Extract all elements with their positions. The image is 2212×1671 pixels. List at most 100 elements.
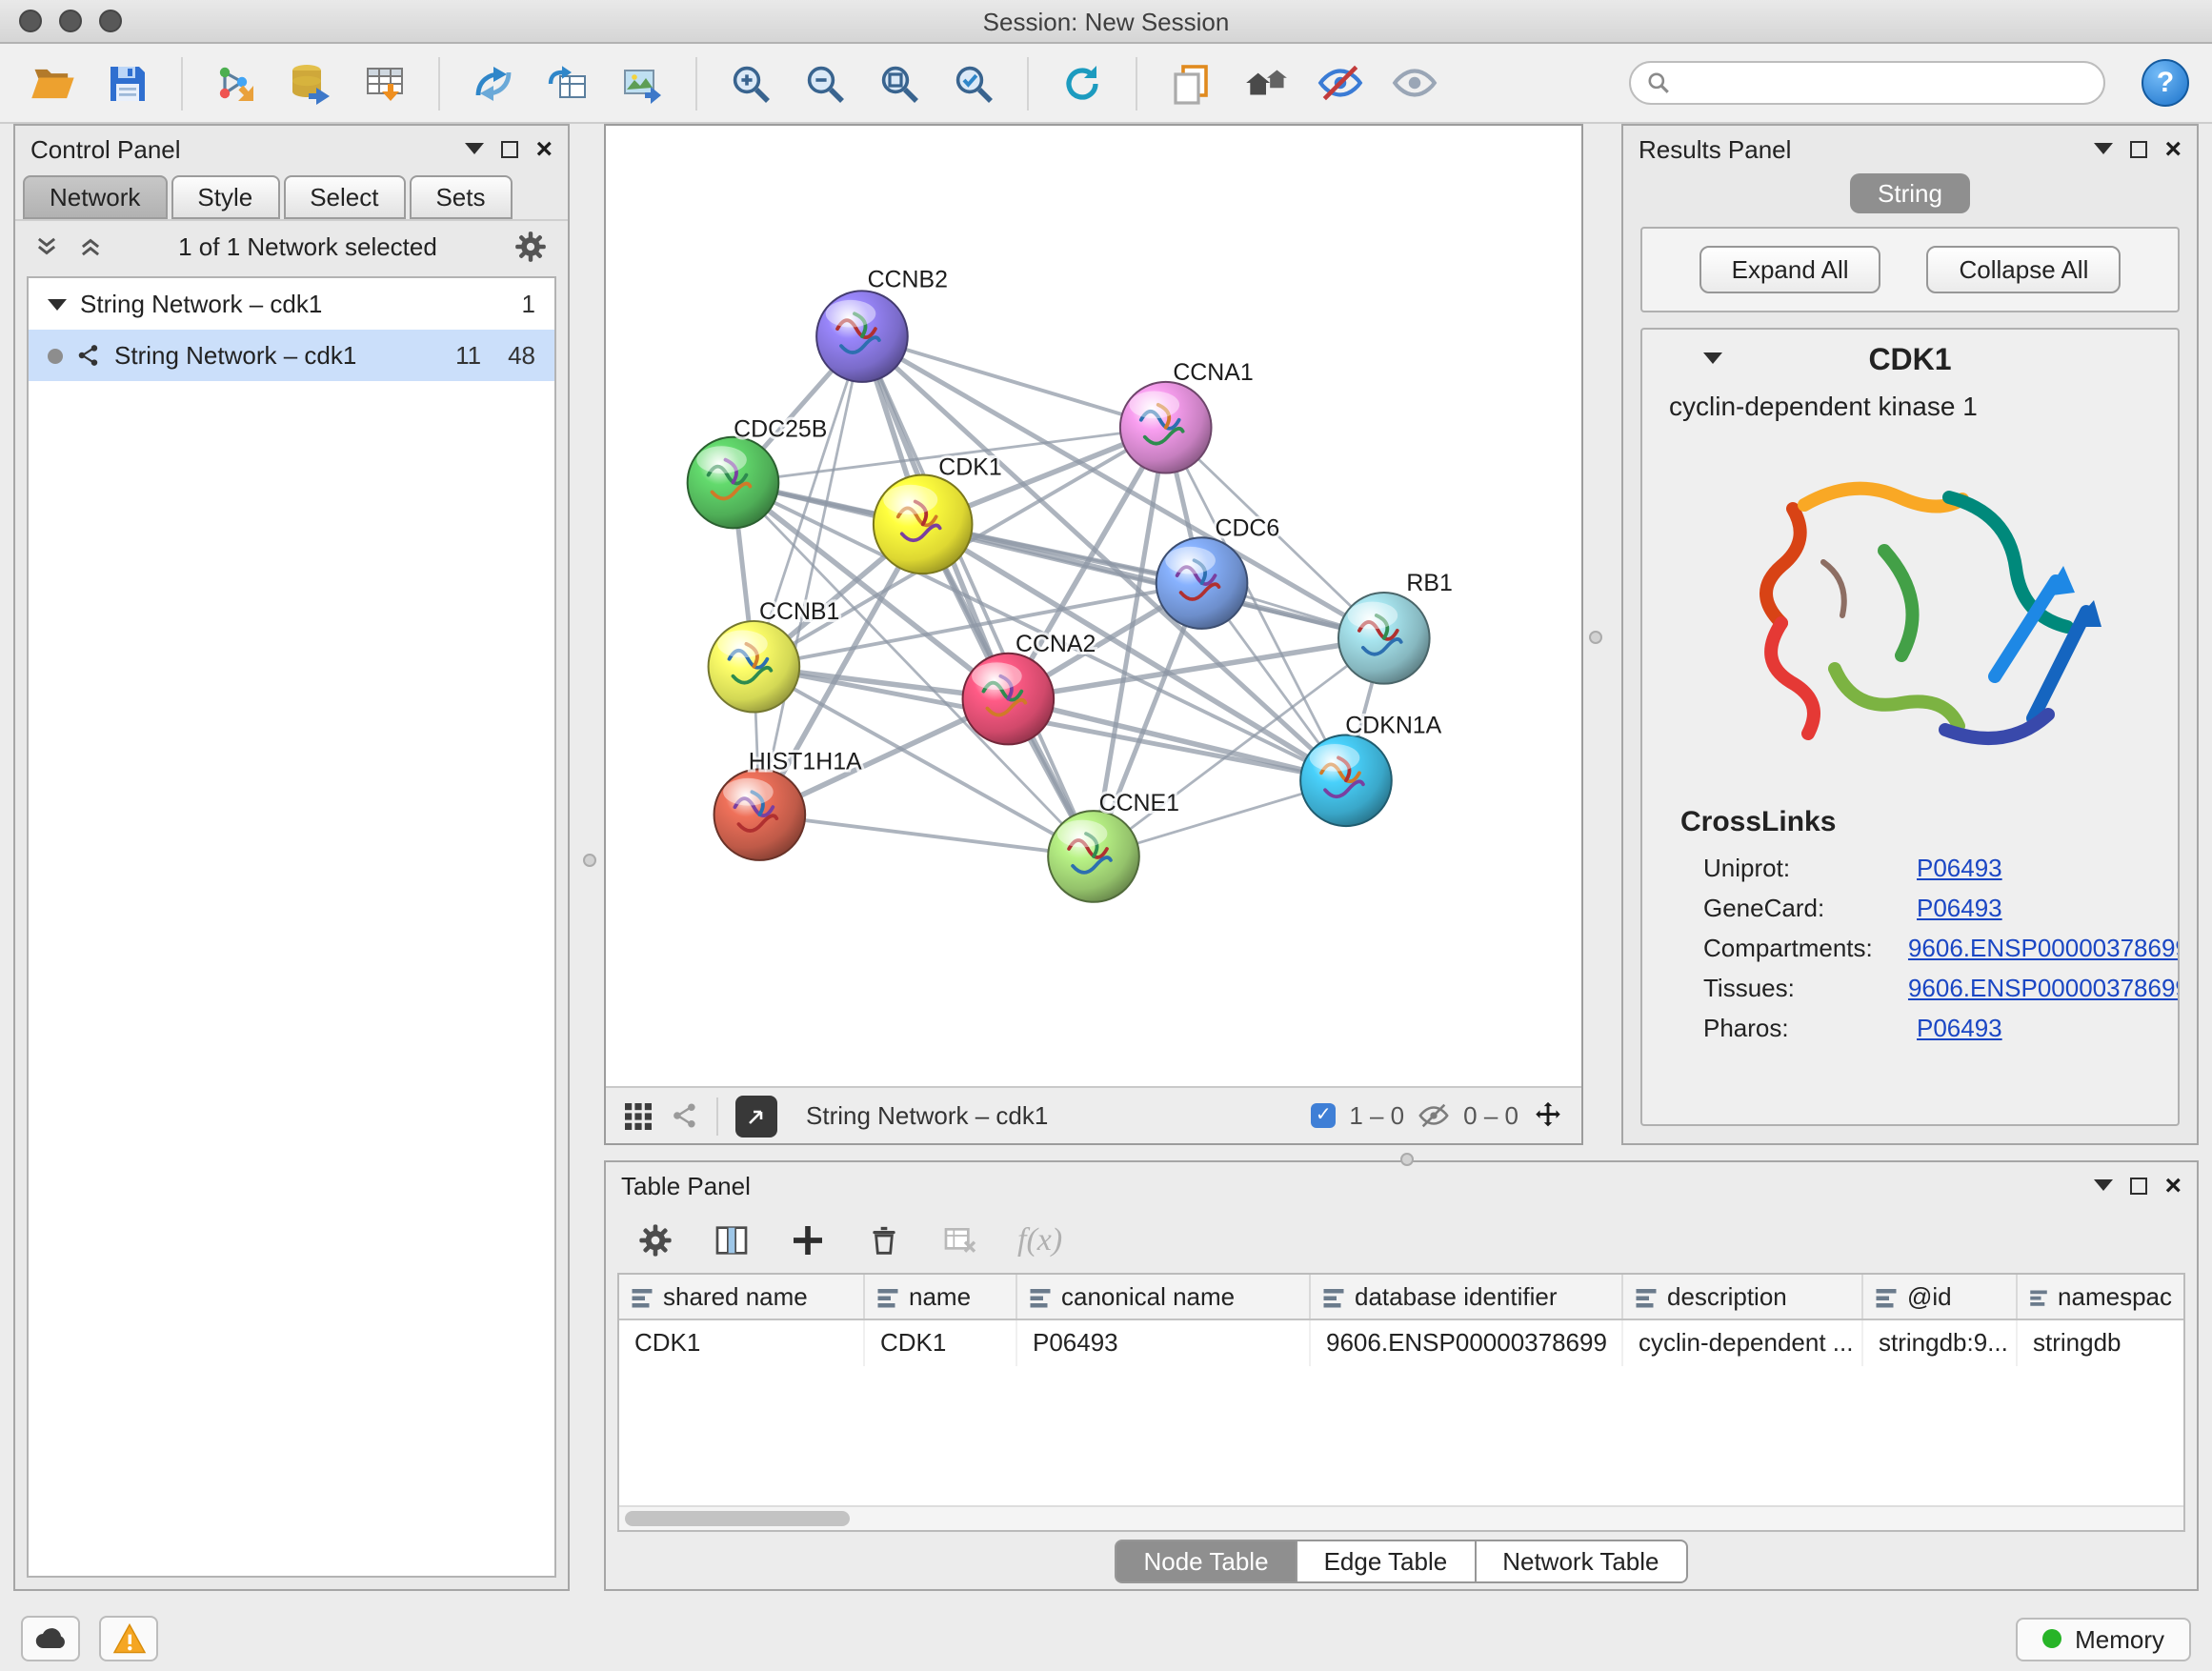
gear-icon[interactable] bbox=[513, 229, 549, 265]
hide-selected-button[interactable] bbox=[1309, 52, 1370, 113]
column-header--id[interactable]: @id bbox=[1863, 1275, 2018, 1319]
column-header-database-identifier[interactable]: database identifier bbox=[1311, 1275, 1623, 1319]
collapse-all-icon[interactable] bbox=[34, 234, 59, 259]
zoom-selected-button[interactable] bbox=[943, 52, 1004, 113]
crosslink-value-link[interactable]: P06493 bbox=[1917, 854, 2002, 882]
splitter-handle[interactable] bbox=[583, 854, 596, 867]
show-all-button[interactable] bbox=[1383, 52, 1444, 113]
selected-checkbox-icon[interactable]: ✓ bbox=[1311, 1103, 1336, 1128]
panel-float-icon[interactable] bbox=[2094, 1179, 2113, 1191]
expand-all-icon[interactable] bbox=[78, 234, 103, 259]
zoom-in-button[interactable] bbox=[720, 52, 781, 113]
network-row[interactable]: String Network – cdk1 11 48 bbox=[29, 330, 554, 381]
detach-view-button[interactable] bbox=[735, 1095, 777, 1137]
memory-button[interactable]: Memory bbox=[2016, 1617, 2191, 1661]
add-column-icon[interactable] bbox=[789, 1221, 827, 1259]
tab-style[interactable]: Style bbox=[171, 175, 279, 219]
node-count: 11 bbox=[455, 341, 481, 370]
column-header-description[interactable]: description bbox=[1623, 1275, 1863, 1319]
splitter-handle[interactable] bbox=[1589, 631, 1602, 644]
splitter-handle[interactable] bbox=[1400, 1153, 1414, 1166]
copy-document-button[interactable] bbox=[1160, 52, 1221, 113]
column-header-namespac[interactable]: namespac bbox=[2018, 1275, 2183, 1319]
tab-string[interactable]: String bbox=[1849, 173, 1971, 213]
network-edge-CCNB2-CCNE1[interactable] bbox=[862, 336, 1094, 856]
tab-sets[interactable]: Sets bbox=[409, 175, 512, 219]
tab-network-table[interactable]: Network Table bbox=[1476, 1539, 1687, 1582]
panel-maximize-icon[interactable] bbox=[2130, 1177, 2147, 1194]
import-network-file-button[interactable] bbox=[206, 52, 267, 113]
table-cell: cyclin-dependent ... bbox=[1623, 1320, 1863, 1366]
panel-close-icon[interactable]: × bbox=[2164, 1171, 2182, 1199]
table-row[interactable]: CDK1CDK1P064939606.ENSP00000378699cyclin… bbox=[619, 1320, 2183, 1366]
toolbar-separator bbox=[181, 56, 183, 110]
crosslink-value-link[interactable]: 9606.ENSP00000378699 bbox=[1908, 934, 2178, 962]
node-highlight bbox=[723, 778, 774, 806]
panel-close-icon[interactable]: × bbox=[535, 134, 553, 163]
scrollbar-thumb[interactable] bbox=[625, 1511, 850, 1526]
collapse-all-button[interactable]: Collapse All bbox=[1927, 246, 2122, 293]
export-image-button[interactable] bbox=[612, 52, 673, 113]
gene-details-box: CDK1 cyclin-dependent kinase 1 bbox=[1640, 328, 2180, 1126]
warnings-button[interactable] bbox=[99, 1616, 158, 1661]
zoom-out-icon bbox=[802, 60, 848, 106]
column-header-shared-name[interactable]: shared name bbox=[619, 1275, 865, 1319]
toolbar-search[interactable] bbox=[1629, 61, 2105, 105]
network-edge-HIST1H1A-CCNE1[interactable] bbox=[759, 815, 1094, 856]
panel-close-icon[interactable]: × bbox=[2164, 134, 2182, 163]
collapse-section-icon[interactable] bbox=[1703, 352, 1722, 364]
node-highlight bbox=[883, 485, 937, 514]
close-window-button[interactable] bbox=[19, 10, 42, 32]
import-table-button[interactable] bbox=[354, 52, 415, 113]
search-input[interactable] bbox=[1682, 69, 2088, 97]
network-tree: String Network – cdk1 1 String Network –… bbox=[27, 276, 556, 1578]
tab-select[interactable]: Select bbox=[283, 175, 405, 219]
tab-node-table[interactable]: Node Table bbox=[1115, 1539, 1297, 1582]
new-network-from-selection-button[interactable] bbox=[463, 52, 524, 113]
network-edge-CCNB2-CCNA1[interactable] bbox=[862, 336, 1166, 428]
delete-column-icon[interactable] bbox=[865, 1221, 903, 1259]
show-all-icon bbox=[1390, 59, 1438, 107]
results-panel: Results Panel × String Expand All Collap… bbox=[1621, 124, 2199, 1145]
panel-float-icon[interactable] bbox=[2094, 143, 2113, 154]
crosslink-value-link[interactable]: P06493 bbox=[1917, 1014, 2002, 1042]
show-columns-icon[interactable] bbox=[713, 1221, 751, 1259]
current-network-indicator bbox=[48, 348, 63, 363]
panel-float-icon[interactable] bbox=[465, 143, 484, 154]
panel-maximize-icon[interactable] bbox=[501, 140, 518, 157]
save-session-button[interactable] bbox=[97, 52, 158, 113]
tab-network[interactable]: Network bbox=[23, 175, 167, 219]
toolbar-separator bbox=[438, 56, 440, 110]
zoom-fit-button[interactable] bbox=[869, 52, 930, 113]
network-mode-icon[interactable] bbox=[671, 1101, 699, 1130]
grid-mode-icon[interactable] bbox=[623, 1100, 654, 1131]
zoom-out-button[interactable] bbox=[794, 52, 855, 113]
minimize-window-button[interactable] bbox=[59, 10, 82, 32]
column-header-canonical-name[interactable]: canonical name bbox=[1017, 1275, 1311, 1319]
string-home-button[interactable] bbox=[1235, 52, 1296, 113]
maximize-window-button[interactable] bbox=[99, 10, 122, 32]
help-button[interactable]: ? bbox=[2142, 59, 2189, 107]
network-edge-CCNB2-HIST1H1A[interactable] bbox=[759, 336, 862, 815]
crosslink-value-link[interactable]: P06493 bbox=[1917, 894, 2002, 922]
table-body: CDK1CDK1P064939606.ENSP00000378699cyclin… bbox=[619, 1320, 2183, 1505]
network-canvas[interactable]: CCNB2CCNA1CDC25BCDK1CDC6RB1CCNB1CCNA2CDK… bbox=[606, 126, 1581, 1086]
panel-maximize-icon[interactable] bbox=[2130, 140, 2147, 157]
horizontal-scrollbar[interactable] bbox=[619, 1505, 2183, 1530]
cloud-services-button[interactable] bbox=[21, 1616, 80, 1661]
column-header-name[interactable]: name bbox=[865, 1275, 1017, 1319]
open-session-button[interactable] bbox=[23, 52, 84, 113]
import-network-database-button[interactable] bbox=[280, 52, 341, 113]
table-settings-gear-icon[interactable] bbox=[636, 1221, 674, 1259]
expand-all-button[interactable]: Expand All bbox=[1699, 246, 1881, 293]
gene-header[interactable]: CDK1 bbox=[1642, 330, 2178, 387]
tree-expand-icon[interactable] bbox=[48, 298, 67, 310]
tab-edge-table[interactable]: Edge Table bbox=[1297, 1539, 1477, 1582]
network-collection-row[interactable]: String Network – cdk1 1 bbox=[29, 278, 554, 330]
apply-layout-button[interactable] bbox=[1052, 52, 1113, 113]
pan-move-icon[interactable] bbox=[1532, 1099, 1564, 1132]
network-selection-bar: 1 of 1 Network selected bbox=[15, 219, 568, 272]
crosslink-value-link[interactable]: 9606.ENSP00000378699 bbox=[1908, 974, 2178, 1002]
network-view-toolbar: String Network – cdk1 ✓ 1 – 0 0 – 0 bbox=[606, 1086, 1581, 1143]
clone-network-button[interactable] bbox=[537, 52, 598, 113]
